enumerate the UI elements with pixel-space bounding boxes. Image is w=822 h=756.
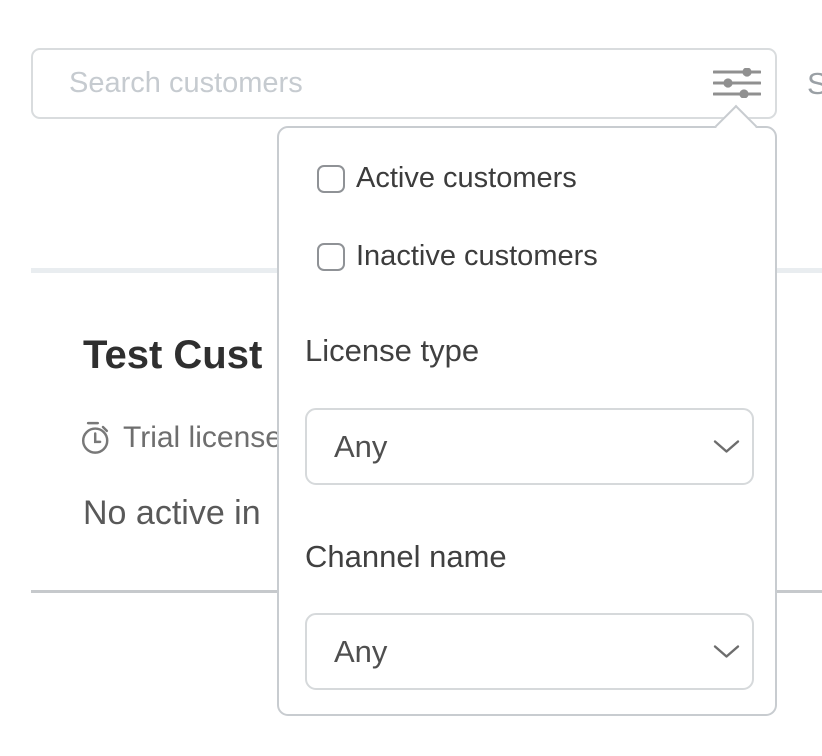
chevron-down-icon [713,644,740,659]
active-customers-checkbox[interactable] [317,165,345,193]
truncated-right-text: S [807,66,822,102]
filter-popup: Active customers Inactive customers Lice… [277,126,777,716]
license-type-label: License type [305,333,479,369]
no-active-installations-text: No active in [83,494,261,533]
timer-icon [81,421,112,455]
active-customers-label: Active customers [356,162,577,195]
license-text: Trial license [123,421,282,455]
inactive-customers-checkbox[interactable] [317,243,345,271]
customers-screen: S Test Cust Trial license No active in A… [0,0,822,756]
channel-name-label: Channel name [305,539,507,575]
channel-name-select[interactable]: Any [305,613,754,690]
filter-button[interactable] [707,56,767,112]
search-input[interactable] [33,50,673,117]
license-type-value: Any [334,429,713,465]
inactive-customers-label: Inactive customers [356,240,598,273]
active-customers-option[interactable]: Active customers [317,162,577,195]
customer-name-heading: Test Cust [83,333,262,378]
sliders-icon [713,68,761,101]
inactive-customers-option[interactable]: Inactive customers [317,240,598,273]
license-row: Trial license [81,421,282,455]
chevron-down-icon [713,439,740,454]
search-bar [31,48,777,119]
channel-name-value: Any [334,634,713,670]
license-type-select[interactable]: Any [305,408,754,485]
